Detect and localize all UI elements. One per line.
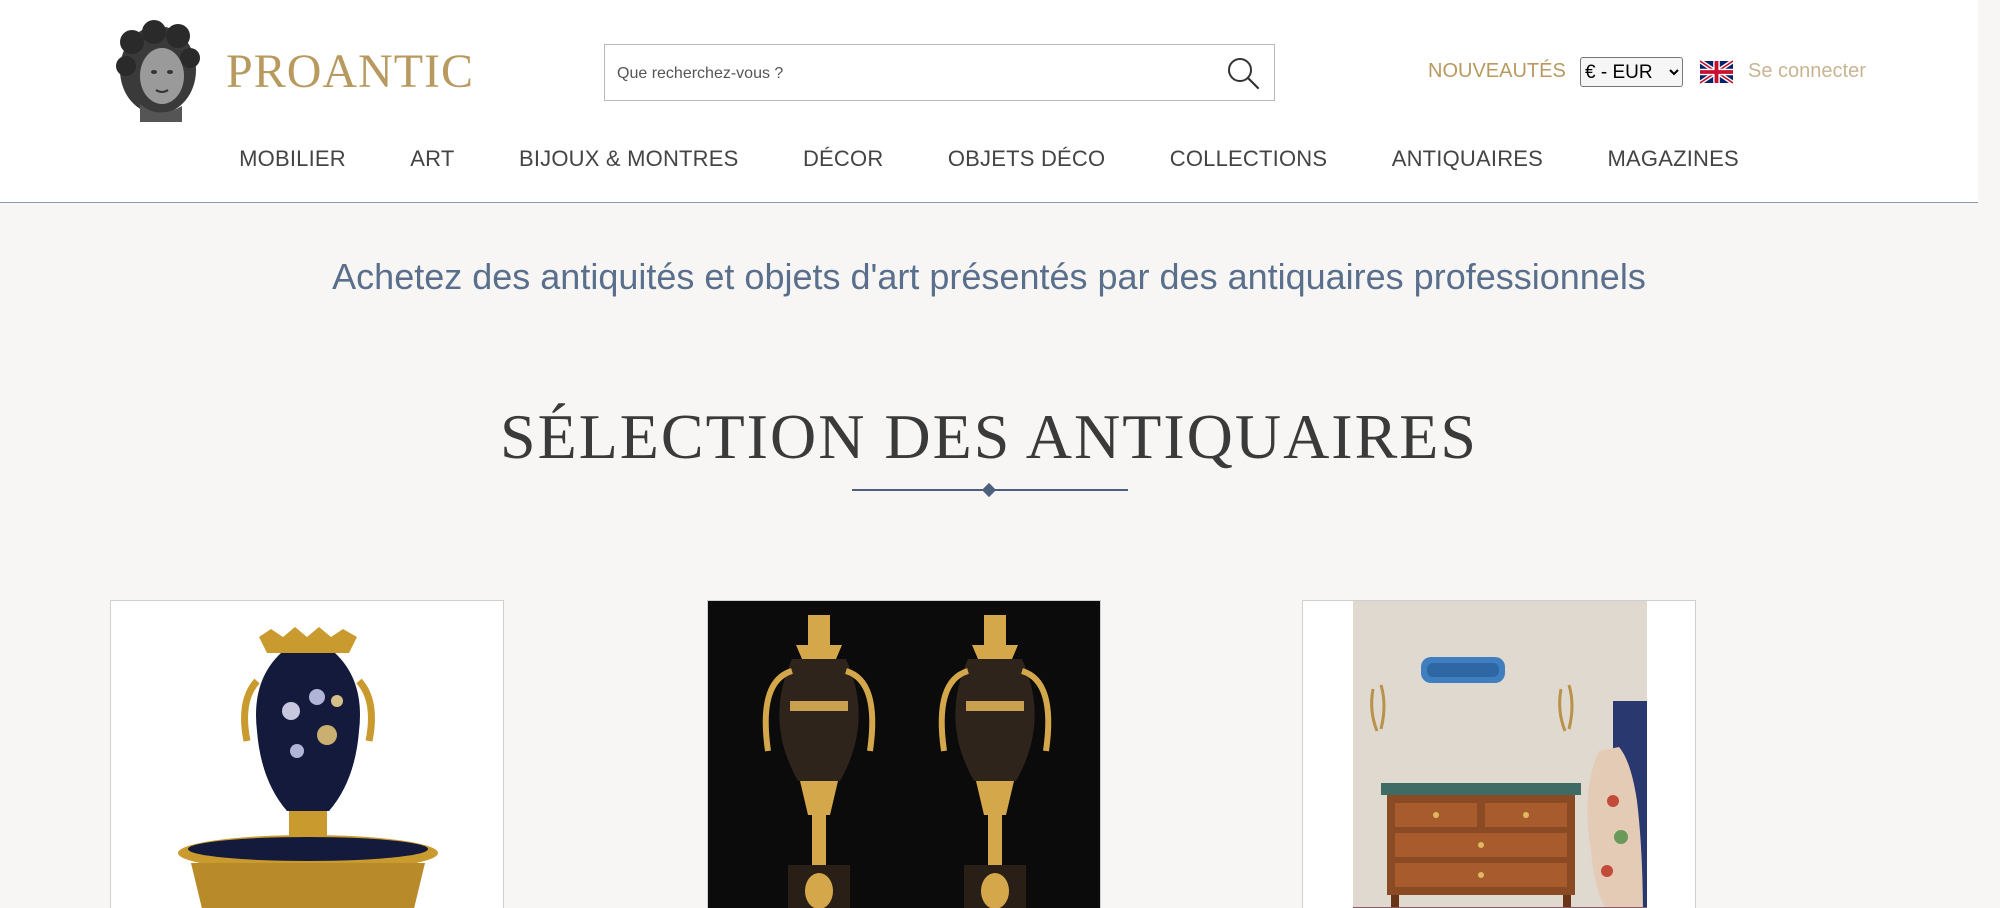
- currency-select[interactable]: € - EUR: [1580, 57, 1683, 87]
- product-card[interactable]: [1302, 600, 1696, 908]
- nav-item-decor[interactable]: DÉCOR: [803, 146, 883, 172]
- section-title: SÉLECTION DES ANTIQUAIRES: [500, 401, 1478, 472]
- uk-flag-icon[interactable]: [1700, 60, 1733, 84]
- vase-image: [111, 601, 503, 908]
- bust-logo-icon: [116, 20, 200, 122]
- site-header: PROANTIC NOUVEAUTÉS € - EUR Se connecter…: [0, 0, 1978, 203]
- nav-item-art[interactable]: ART: [410, 146, 454, 172]
- nouveautes-link[interactable]: NOUVEAUTÉS: [1428, 60, 1566, 83]
- product-card[interactable]: [110, 600, 504, 908]
- search-box: [604, 44, 1275, 101]
- page: PROANTIC NOUVEAUTÉS € - EUR Se connecter…: [0, 0, 1978, 908]
- nav-item-bijoux-montres[interactable]: BIJOUX & MONTRES: [519, 146, 739, 172]
- tagline: Achetez des antiquités et objets d'art p…: [332, 256, 1646, 297]
- logo-link[interactable]: PROANTIC: [110, 20, 474, 122]
- main-nav: MOBILIER ART BIJOUX & MONTRES DÉCOR OBJE…: [0, 146, 1978, 172]
- nav-item-antiquaires[interactable]: ANTIQUAIRES: [1392, 146, 1543, 172]
- nav-item-objets-deco[interactable]: OBJETS DÉCO: [948, 146, 1105, 172]
- divider-diamond: [981, 482, 997, 498]
- search-input[interactable]: [615, 55, 1209, 92]
- commode-image: [1303, 601, 1695, 908]
- nav-item-mobilier[interactable]: MOBILIER: [239, 146, 346, 172]
- nav-item-magazines[interactable]: MAGAZINES: [1608, 146, 1739, 172]
- nav-item-collections[interactable]: COLLECTIONS: [1170, 146, 1327, 172]
- search-icon[interactable]: [1224, 54, 1262, 92]
- login-link[interactable]: Se connecter: [1748, 60, 1866, 83]
- urns-image: [708, 601, 1100, 908]
- brand-name: PROANTIC: [226, 44, 475, 98]
- product-card[interactable]: [707, 600, 1101, 908]
